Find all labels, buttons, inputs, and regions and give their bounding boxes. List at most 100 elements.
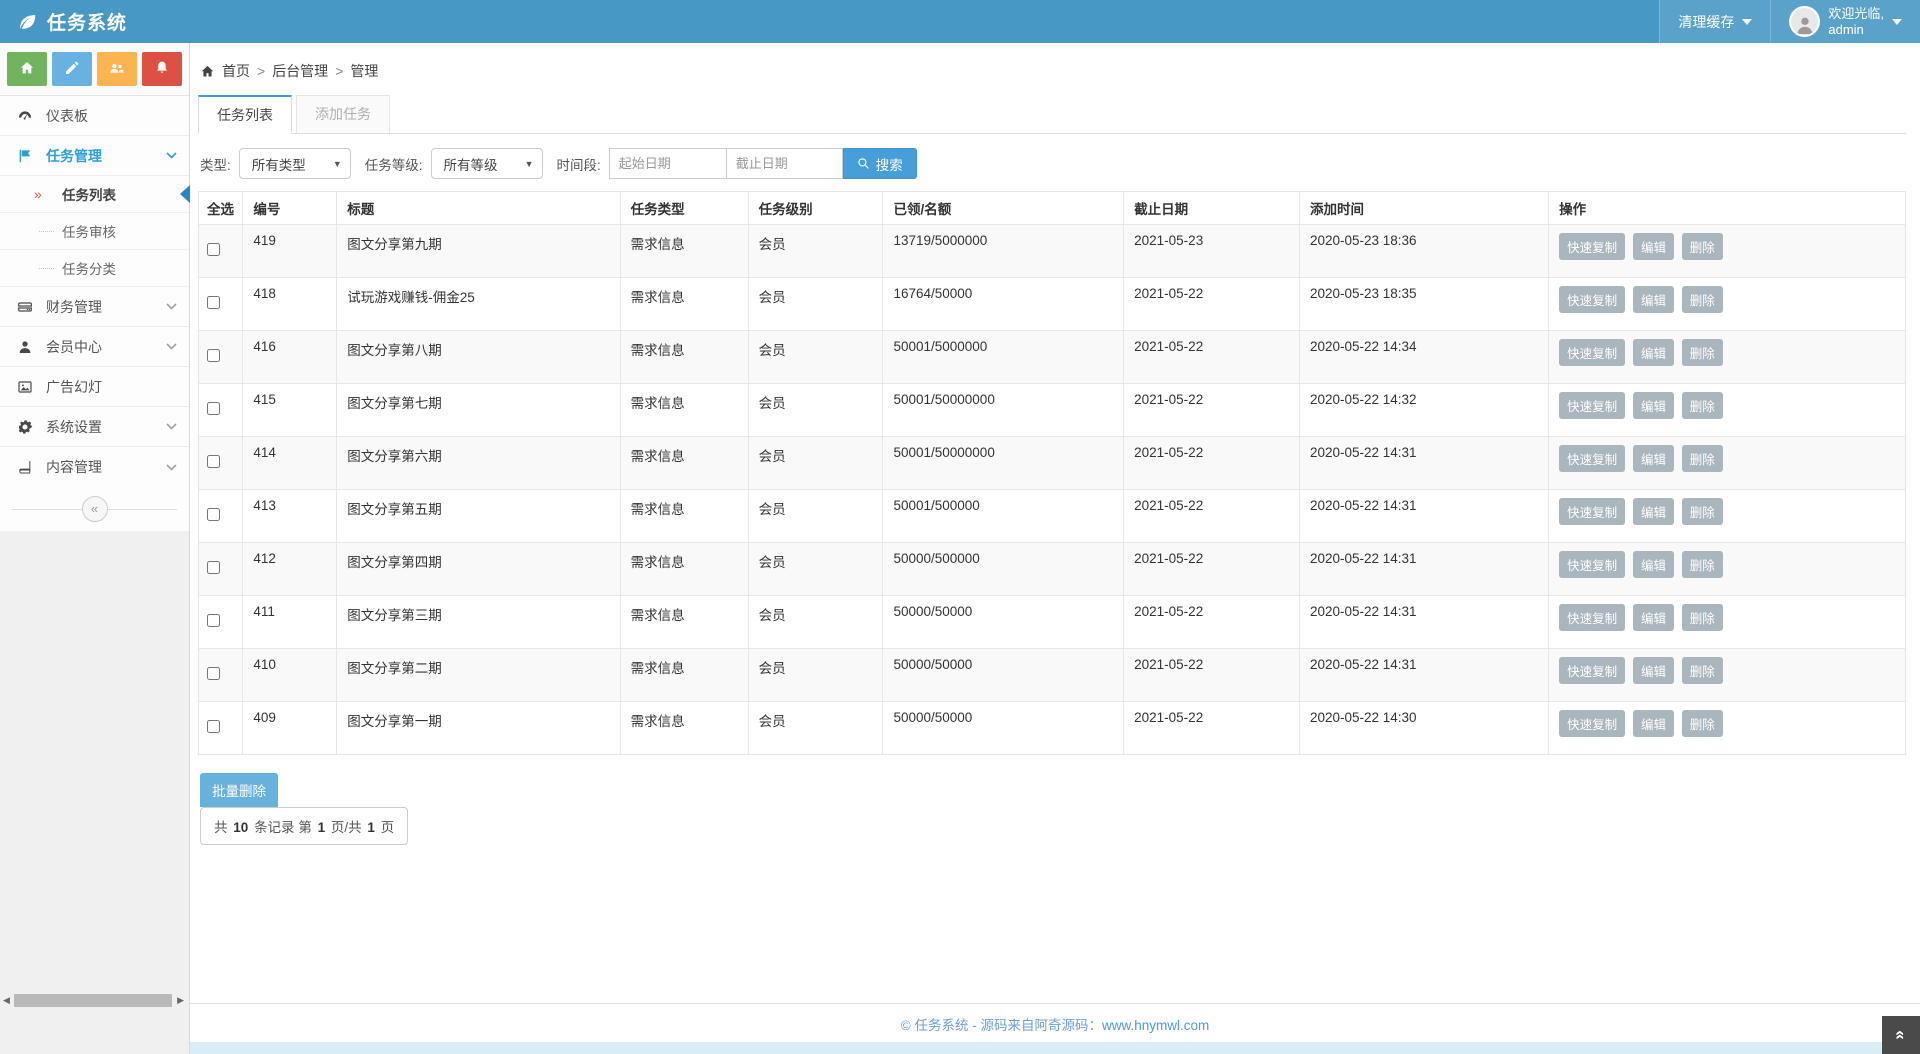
quick-copy-button[interactable]: 快速复制	[1559, 233, 1625, 260]
row-checkbox[interactable]	[207, 296, 220, 309]
cell-task-type: 需求信息	[620, 384, 748, 437]
cell-task-type: 需求信息	[620, 437, 748, 490]
edit-button[interactable]: 编辑	[1633, 286, 1674, 313]
footer-link[interactable]: www.hnymwl.com	[1102, 1018, 1209, 1033]
edit-button[interactable]: 编辑	[1633, 339, 1674, 366]
type-select[interactable]: 所有类型 ▼	[239, 148, 351, 179]
user-menu[interactable]: 欢迎光临, admin	[1770, 0, 1920, 43]
quick-copy-button[interactable]: 快速复制	[1559, 286, 1625, 313]
delete-button[interactable]: 删除	[1682, 710, 1723, 737]
sidebar-horizontal-scrollbar[interactable]: ◀ ▶	[0, 994, 189, 1008]
row-checkbox[interactable]	[207, 720, 220, 733]
start-date-input[interactable]	[609, 148, 726, 179]
sidebar-collapse-row: «	[0, 487, 189, 531]
edit-button[interactable]: 编辑	[1633, 445, 1674, 472]
cell-task-type: 需求信息	[620, 278, 748, 331]
scrollbar-thumb[interactable]	[14, 994, 172, 1007]
table-row: 409 图文分享第一期 需求信息 会员 50000/50000 2021-05-…	[199, 702, 1906, 755]
tab-add-task[interactable]: 添加任务	[296, 95, 390, 133]
edit-button[interactable]: 编辑	[1633, 604, 1674, 631]
edit-button[interactable]: 编辑	[1633, 657, 1674, 684]
quick-copy-button[interactable]: 快速复制	[1559, 604, 1625, 631]
row-checkbox[interactable]	[207, 455, 220, 468]
delete-button[interactable]: 删除	[1682, 445, 1723, 472]
breadcrumb-separator: >	[257, 63, 265, 79]
delete-button[interactable]: 删除	[1682, 392, 1723, 419]
row-checkbox[interactable]	[207, 614, 220, 627]
edit-button[interactable]: 编辑	[1633, 710, 1674, 737]
sidebar-item-settings[interactable]: 系统设置	[0, 407, 189, 447]
welcome-text: 欢迎光临, admin	[1828, 6, 1884, 37]
cell-quota: 50000/500000	[883, 543, 1124, 596]
sidebar-collapse-button[interactable]: «	[82, 496, 108, 522]
cell-task-type: 需求信息	[620, 225, 748, 278]
delete-button[interactable]: 删除	[1682, 339, 1723, 366]
quick-copy-button[interactable]: 快速复制	[1559, 498, 1625, 525]
search-button[interactable]: 搜索	[843, 148, 917, 179]
cell-quota: 16764/50000	[883, 278, 1124, 331]
book-icon	[16, 458, 34, 476]
delete-button[interactable]: 删除	[1682, 551, 1723, 578]
scroll-right-icon[interactable]: ▶	[177, 995, 184, 1006]
sidebar-item-finance[interactable]: 财务管理	[0, 287, 189, 327]
edit-button[interactable]: 编辑	[1633, 498, 1674, 525]
row-checkbox[interactable]	[207, 349, 220, 362]
edit-quick-button[interactable]	[52, 52, 92, 86]
scroll-left-icon[interactable]: ◀	[3, 995, 10, 1006]
cell-added-time: 2020-05-22 14:31	[1299, 543, 1548, 596]
quick-copy-button[interactable]: 快速复制	[1559, 445, 1625, 472]
sidebar-item-content[interactable]: 内容管理	[0, 447, 189, 487]
end-date-input[interactable]	[726, 148, 843, 179]
row-checkbox[interactable]	[207, 402, 220, 415]
edit-button[interactable]: 编辑	[1633, 392, 1674, 419]
top-header: 任务系统 清理缓存 欢迎光临, admin	[0, 0, 1920, 43]
cell-added-time: 2020-05-23 18:35	[1299, 278, 1548, 331]
edit-button[interactable]: 编辑	[1633, 551, 1674, 578]
sidebar-item-task-review[interactable]: 任务审核	[0, 213, 189, 250]
clear-cache-button[interactable]: 清理缓存	[1659, 0, 1770, 43]
notifications-quick-button[interactable]	[142, 52, 182, 86]
breadcrumb-admin[interactable]: 后台管理	[272, 61, 328, 81]
cell-added-time: 2020-05-22 14:32	[1299, 384, 1548, 437]
sidebar-item-task-category[interactable]: 任务分类	[0, 250, 189, 287]
gauge-icon	[16, 107, 34, 125]
cell-id: 409	[243, 702, 337, 755]
row-checkbox[interactable]	[207, 667, 220, 680]
sidebar-item-dashboard[interactable]: 仪表板	[0, 96, 189, 136]
sidebar-item-task-management[interactable]: 任务管理	[0, 136, 189, 176]
sidebar-item-ad-slides[interactable]: 广告幻灯	[0, 367, 189, 407]
back-to-top-button[interactable]: «	[1882, 1016, 1920, 1054]
level-select[interactable]: 所有等级 ▼	[431, 148, 543, 179]
row-checkbox[interactable]	[207, 561, 220, 574]
quick-copy-button[interactable]: 快速复制	[1559, 710, 1625, 737]
cell-added-time: 2020-05-22 14:31	[1299, 490, 1548, 543]
delete-button[interactable]: 删除	[1682, 604, 1723, 631]
cell-id: 410	[243, 649, 337, 702]
filter-bar: 类型: 所有类型 ▼ 任务等级: 所有等级 ▼ 时间段: 搜索	[200, 148, 1906, 179]
row-checkbox[interactable]	[207, 508, 220, 521]
quick-copy-button[interactable]: 快速复制	[1559, 551, 1625, 578]
dotted-connector	[39, 231, 54, 232]
chevron-down-icon	[1742, 19, 1752, 25]
edit-button[interactable]: 编辑	[1633, 233, 1674, 260]
home-quick-button[interactable]	[7, 52, 47, 86]
delete-button[interactable]: 删除	[1682, 233, 1723, 260]
quick-copy-button[interactable]: 快速复制	[1559, 392, 1625, 419]
sidebar-item-members[interactable]: 会员中心	[0, 327, 189, 367]
users-quick-button[interactable]	[97, 52, 137, 86]
cell-quota: 50000/50000	[883, 596, 1124, 649]
batch-delete-button[interactable]: 批量删除	[200, 773, 278, 807]
gear-icon	[16, 418, 34, 436]
cell-added-time: 2020-05-22 14:31	[1299, 437, 1548, 490]
quick-copy-button[interactable]: 快速复制	[1559, 339, 1625, 366]
delete-button[interactable]: 删除	[1682, 657, 1723, 684]
delete-button[interactable]: 删除	[1682, 498, 1723, 525]
sidebar-item-task-list[interactable]: » 任务列表	[0, 176, 189, 213]
row-checkbox[interactable]	[207, 243, 220, 256]
quick-copy-button[interactable]: 快速复制	[1559, 657, 1625, 684]
breadcrumb-home[interactable]: 首页	[222, 61, 250, 81]
total-pages: 1	[365, 820, 377, 835]
tab-task-list[interactable]: 任务列表	[198, 95, 292, 134]
sidebar-item-label: 任务管理	[46, 146, 166, 166]
delete-button[interactable]: 删除	[1682, 286, 1723, 313]
